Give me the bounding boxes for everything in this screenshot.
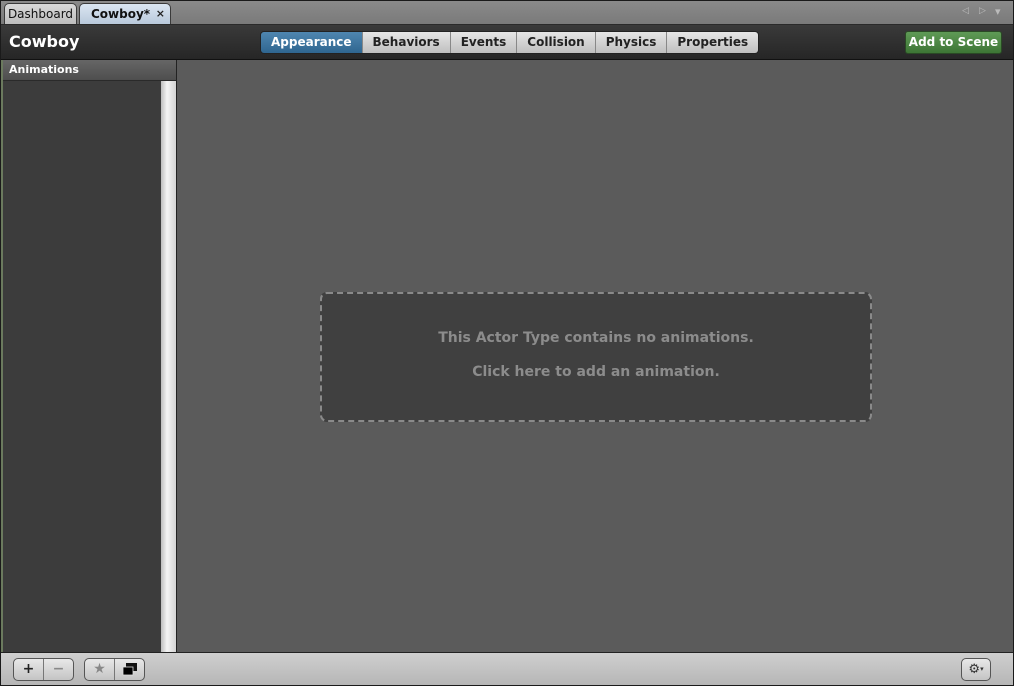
close-tab-icon[interactable]: × (156, 4, 165, 24)
animation-editor-area: This Actor Type contains no animations. … (177, 60, 1013, 652)
tab-cowboy[interactable]: Cowboy* × (79, 3, 171, 24)
editor-header: Cowboy Appearance Behaviors Events Colli… (1, 25, 1013, 60)
document-tab-bar: Dashboard Cowboy* × ◁ ▷ ▾ (1, 1, 1013, 25)
empty-message: This Actor Type contains no animations. (438, 330, 754, 346)
animations-scrollbar[interactable] (161, 81, 176, 652)
animations-heading: Animations (3, 60, 176, 81)
gear-icon: ⚙ (968, 662, 981, 677)
remove-animation-button[interactable]: − (43, 659, 73, 680)
chevron-down-icon: ▾ (980, 665, 984, 673)
tab-properties[interactable]: Properties (666, 32, 759, 53)
default-group: ★ (84, 658, 145, 681)
tab-menu-icon[interactable]: ▾ (995, 5, 1001, 18)
add-to-scene-button[interactable]: Add to Scene (905, 31, 1002, 54)
add-animation-hint: Click here to add an animation. (472, 364, 720, 380)
tab-events[interactable]: Events (449, 32, 517, 53)
tab-appearance[interactable]: Appearance (261, 32, 362, 53)
background-color-button[interactable] (114, 659, 144, 680)
add-remove-group: + − (13, 658, 74, 681)
tab-prev-icon[interactable]: ◁ (962, 6, 969, 16)
layers-icon (122, 663, 137, 676)
star-icon: ★ (93, 661, 106, 677)
add-animation-dropzone[interactable]: This Actor Type contains no animations. … (320, 292, 872, 422)
tab-next-icon[interactable]: ▷ (979, 6, 986, 16)
footer-toolbar: + − ★ ⚙▾ (1, 652, 1013, 685)
tab-physics[interactable]: Physics (594, 32, 667, 53)
page-title: Cowboy (9, 32, 80, 51)
tab-behaviors[interactable]: Behaviors (361, 32, 450, 53)
set-default-button[interactable]: ★ (85, 659, 114, 680)
tab-cowboy-label: Cowboy* (91, 7, 151, 21)
animations-panel: Animations (1, 60, 176, 652)
add-animation-button[interactable]: + (14, 659, 43, 680)
actor-editor-window: Dashboard Cowboy* × ◁ ▷ ▾ Cowboy Appeara… (0, 0, 1014, 686)
tab-dashboard[interactable]: Dashboard (4, 3, 77, 24)
settings-menu-button[interactable]: ⚙▾ (961, 658, 991, 681)
tab-collision[interactable]: Collision (516, 32, 595, 53)
editor-mode-tabs: Appearance Behaviors Events Collision Ph… (260, 31, 760, 54)
